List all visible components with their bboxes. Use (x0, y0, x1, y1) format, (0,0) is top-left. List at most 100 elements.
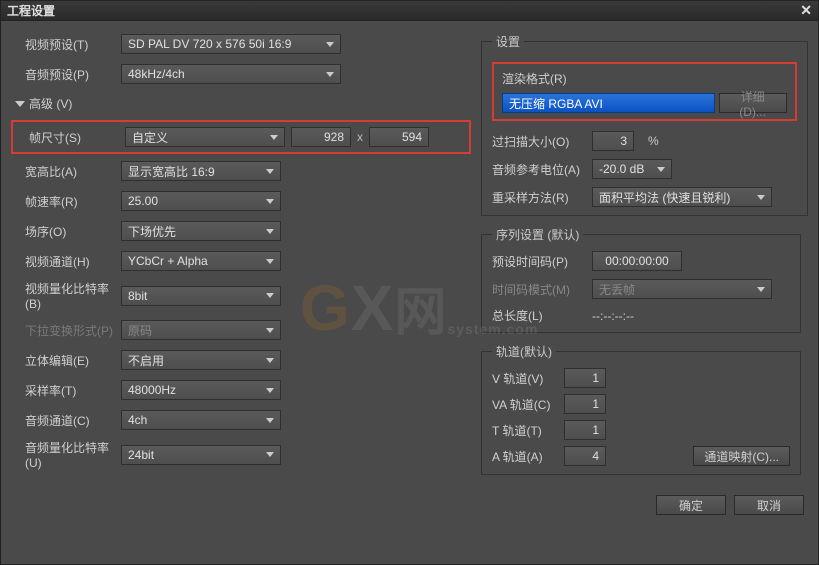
t-track-input[interactable]: 1 (564, 420, 606, 440)
chevron-down-icon (266, 199, 274, 204)
render-format-highlight: 渲染格式(R) 无压缩 RGBA AVI 详细(D)... (492, 62, 797, 121)
overscan-input[interactable]: 3 (592, 131, 634, 151)
preset-tc-value: 00:00:00:00 (605, 254, 668, 268)
stereo-value: 不启用 (128, 352, 164, 369)
va-track-label: VA 轨道(C) (492, 396, 564, 413)
chevron-down-icon (266, 293, 274, 298)
close-icon[interactable]: ✕ (800, 2, 812, 19)
chevron-down-icon (266, 358, 274, 363)
chevron-down-icon (266, 388, 274, 393)
framerate-label: 帧速率(R) (11, 193, 121, 210)
audio-channel-select[interactable]: 4ch (121, 410, 281, 430)
chevron-down-icon (757, 287, 765, 292)
chevron-down-icon (266, 169, 274, 174)
chevron-down-icon (266, 259, 274, 264)
pulldown-value: 原码 (128, 322, 152, 339)
triangle-down-icon (15, 101, 25, 107)
frame-height-input[interactable]: 594 (369, 127, 429, 147)
frame-size-select[interactable]: 自定义 (125, 127, 285, 147)
pulldown-label: 下拉变换形式(P) (11, 322, 121, 339)
advanced-toggle[interactable]: 高级 (V) (15, 95, 471, 112)
t-track-value: 1 (592, 423, 599, 437)
preset-tc-input[interactable]: 00:00:00:00 (592, 251, 682, 271)
field-order-value: 下场优先 (128, 223, 176, 240)
v-track-label: V 轨道(V) (492, 370, 564, 387)
framerate-select[interactable]: 25.00 (121, 191, 281, 211)
right-column: 设置 渲染格式(R) 无压缩 RGBA AVI 详细(D)... 过扫描大小 (481, 33, 801, 485)
render-format-value: 无压缩 RGBA AVI (509, 95, 603, 112)
audio-preset-value: 48kHz/4ch (128, 67, 185, 81)
resample-value: 面积平均法 (快速且锐利) (599, 189, 730, 206)
tracks-legend: 轨道(默认) (492, 343, 556, 360)
video-bits-select[interactable]: 8bit (121, 286, 281, 306)
v-track-input[interactable]: 1 (564, 368, 606, 388)
a-track-value: 4 (592, 449, 599, 463)
audio-bits-label: 音频量化比特率(U) (11, 439, 121, 470)
aspect-label: 宽高比(A) (11, 163, 121, 180)
chevron-down-icon (657, 167, 665, 172)
audio-channel-value: 4ch (128, 413, 147, 427)
aspect-value: 显示宽高比 16:9 (128, 163, 215, 180)
tc-mode-value: 无丢帧 (599, 281, 635, 298)
chevron-down-icon (266, 229, 274, 234)
frame-width-input[interactable]: 928 (291, 127, 351, 147)
total-length-value: --:--:--:-- (592, 309, 634, 323)
field-order-select[interactable]: 下场优先 (121, 221, 281, 241)
sequence-group: 序列设置 (默认) 预设时间码(P) 00:00:00:00 时间码模式(M) … (481, 226, 801, 333)
overscan-unit: % (648, 134, 659, 148)
a-track-label: A 轨道(A) (492, 448, 564, 465)
advanced-label: 高级 (V) (29, 95, 72, 112)
t-track-label: T 轨道(T) (492, 422, 564, 439)
audio-ref-label: 音频参考电位(A) (492, 161, 592, 178)
channel-mapping-button[interactable]: 通道映射(C)... (693, 446, 790, 466)
footer-buttons: 确定 取消 (1, 489, 818, 525)
sample-rate-select[interactable]: 48000Hz (121, 380, 281, 400)
tc-mode-select: 无丢帧 (592, 279, 772, 299)
render-format-label: 渲染格式(R) (502, 70, 567, 87)
overscan-label: 过扫描大小(O) (492, 133, 592, 150)
chevron-down-icon (270, 135, 278, 140)
tc-mode-label: 时间码模式(M) (492, 281, 592, 298)
audio-bits-select[interactable]: 24bit (121, 445, 281, 465)
audio-preset-label: 音频预设(P) (11, 66, 121, 83)
resample-label: 重采样方法(R) (492, 189, 592, 206)
frame-height-value: 594 (402, 130, 422, 144)
chevron-down-icon (757, 195, 765, 200)
v-track-value: 1 (592, 371, 599, 385)
frame-size-label: 帧尺寸(S) (15, 129, 125, 146)
audio-preset-select[interactable]: 48kHz/4ch (121, 64, 341, 84)
audio-ref-value: -20.0 dB (599, 162, 644, 176)
aspect-select[interactable]: 显示宽高比 16:9 (121, 161, 281, 181)
video-channel-value: YCbCr + Alpha (128, 254, 208, 268)
frame-width-value: 928 (324, 130, 344, 144)
render-format-select[interactable]: 无压缩 RGBA AVI (502, 93, 715, 113)
settings-group: 设置 渲染格式(R) 无压缩 RGBA AVI 详细(D)... 过扫描大小 (481, 33, 808, 216)
cancel-button[interactable]: 取消 (734, 495, 804, 515)
window-title: 工程设置 (7, 2, 55, 19)
video-bits-label: 视频量化比特率(B) (11, 280, 121, 311)
overscan-value: 3 (620, 134, 627, 148)
a-track-input[interactable]: 4 (564, 446, 606, 466)
video-preset-select[interactable]: SD PAL DV 720 x 576 50i 16:9 (121, 34, 341, 54)
resample-select[interactable]: 面积平均法 (快速且锐利) (592, 187, 772, 207)
chevron-down-icon (326, 72, 334, 77)
pulldown-select: 原码 (121, 320, 281, 340)
chevron-down-icon (266, 452, 274, 457)
frame-size-value: 自定义 (132, 129, 168, 146)
render-detail-button[interactable]: 详细(D)... (719, 93, 787, 113)
left-column: 视频预设(T) SD PAL DV 720 x 576 50i 16:9 音频预… (11, 33, 471, 485)
chevron-down-icon (266, 328, 274, 333)
dimension-separator: x (357, 130, 363, 144)
video-channel-select[interactable]: YCbCr + Alpha (121, 251, 281, 271)
va-track-input[interactable]: 1 (564, 394, 606, 414)
tracks-group: 轨道(默认) V 轨道(V) 1 VA 轨道(C) 1 T 轨道(T) (481, 343, 801, 475)
audio-ref-select[interactable]: -20.0 dB (592, 159, 672, 179)
sample-rate-label: 采样率(T) (11, 382, 121, 399)
frame-size-highlight: 帧尺寸(S) 自定义 928 x 594 (11, 120, 471, 154)
chevron-down-icon (266, 418, 274, 423)
total-length-label: 总长度(L) (492, 307, 592, 324)
ok-button[interactable]: 确定 (656, 495, 726, 515)
sequence-legend: 序列设置 (默认) (492, 226, 583, 243)
settings-legend: 设置 (492, 33, 524, 50)
stereo-select[interactable]: 不启用 (121, 350, 281, 370)
